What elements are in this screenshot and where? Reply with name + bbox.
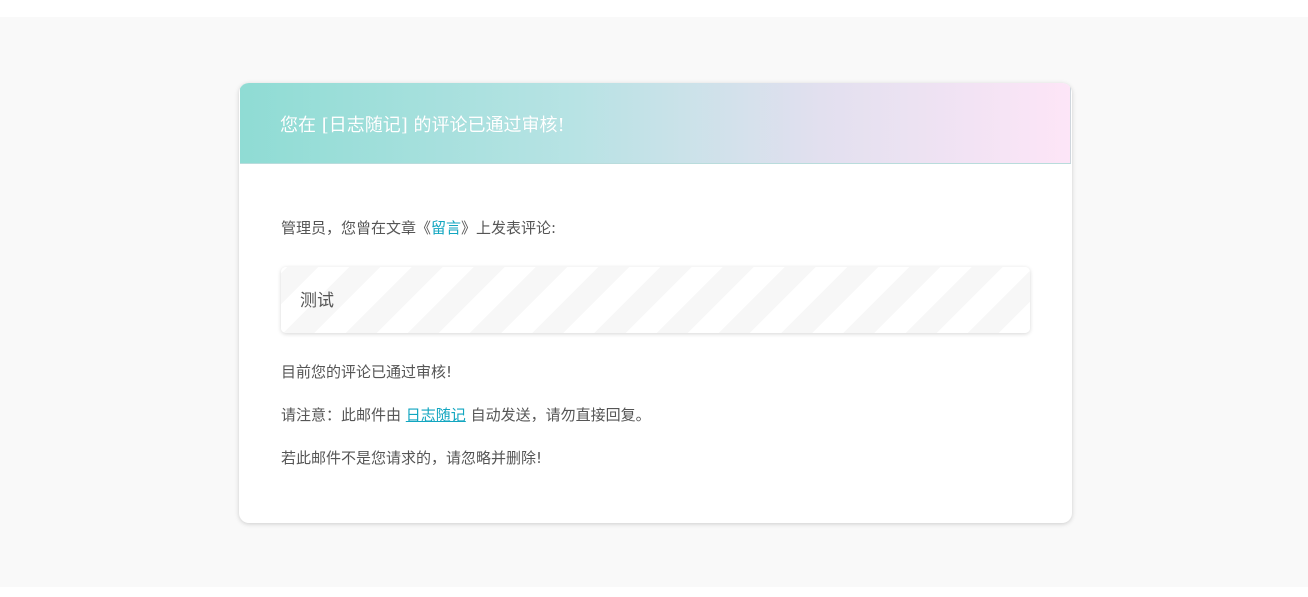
page-background: 您在 [日志随记] 的评论已通过审核! 管理员，您曾在文章《留言》上发表评论: … xyxy=(0,17,1308,587)
notice-before-text: 请注意：此邮件由 xyxy=(281,406,406,424)
site-link[interactable]: 日志随记 xyxy=(406,406,466,424)
comment-box: 测试 xyxy=(281,267,1030,333)
status-line: 目前您的评论已通过审核! xyxy=(281,363,453,381)
email-card: 您在 [日志随记] 的评论已通过审核! 管理员，您曾在文章《留言》上发表评论: … xyxy=(239,83,1072,523)
email-header: 您在 [日志随记] 的评论已通过审核! xyxy=(240,83,1071,164)
notice-after-text: 自动发送，请勿直接回复。 xyxy=(465,406,651,424)
comment-text: 测试 xyxy=(300,291,334,311)
notice-line: 请注意：此邮件由 日志随记 自动发送，请勿直接回复。 xyxy=(281,405,651,425)
intro-after-text: 》上发表评论: xyxy=(461,219,557,237)
intro-line: 管理员，您曾在文章《留言》上发表评论: xyxy=(281,218,556,238)
article-link[interactable]: 留言 xyxy=(431,219,461,237)
ignore-line: 若此邮件不是您请求的，请忽略并删除! xyxy=(281,449,543,467)
intro-before-text: 管理员，您曾在文章《 xyxy=(281,219,432,237)
email-header-title: 您在 [日志随记] 的评论已通过审核! xyxy=(280,115,565,136)
